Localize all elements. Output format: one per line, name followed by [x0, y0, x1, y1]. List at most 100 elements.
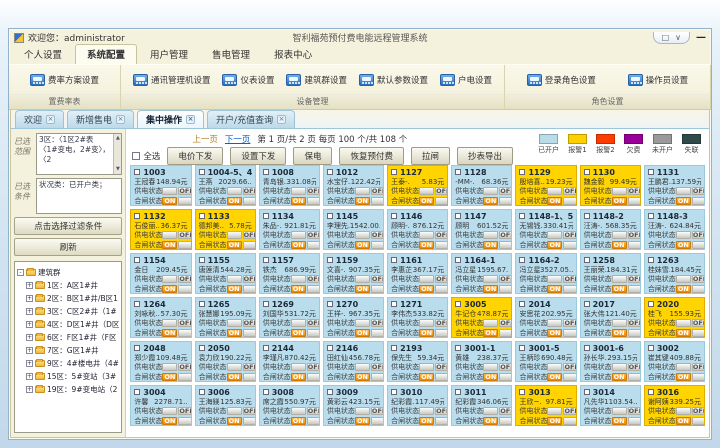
supply-toggle[interactable]: OFF	[676, 187, 705, 195]
tree-node[interactable]: +2区：B区1#井/B区1	[26, 293, 119, 304]
action-button-设置下发[interactable]: 设置下发	[230, 147, 286, 165]
close-toggle[interactable]: ON	[483, 197, 512, 205]
close-toggle[interactable]: ON	[676, 373, 705, 381]
supply-toggle[interactable]: OFF	[162, 319, 191, 327]
card-checkbox[interactable]	[134, 301, 140, 307]
card-checkbox[interactable]	[455, 169, 461, 175]
close-toggle[interactable]: ON	[355, 241, 384, 249]
tree-node[interactable]: +6区：F区1#井（F区	[26, 332, 119, 343]
card-checkbox[interactable]	[391, 169, 397, 175]
card-checkbox[interactable]	[455, 389, 461, 395]
card-checkbox[interactable]	[327, 301, 333, 307]
select-all[interactable]: 全选	[132, 150, 160, 162]
supply-toggle[interactable]: OFF	[419, 231, 448, 239]
card-checkbox[interactable]	[391, 257, 397, 263]
menu-item-系统配置[interactable]: 系统配置	[75, 44, 137, 64]
card-checkbox[interactable]	[391, 345, 397, 351]
card-checkbox[interactable]	[134, 213, 140, 219]
supply-toggle[interactable]: OFF	[355, 187, 384, 195]
card-checkbox[interactable]	[327, 257, 333, 263]
supply-toggle[interactable]: OFF	[227, 407, 256, 415]
choose-filter-button[interactable]: 点击选择过滤条件	[14, 217, 122, 235]
refresh-button[interactable]: 刷新	[14, 238, 122, 256]
close-toggle[interactable]: ON	[355, 417, 384, 425]
close-toggle[interactable]: ON	[676, 197, 705, 205]
supply-toggle[interactable]: OFF	[162, 187, 191, 195]
close-toggle[interactable]: ON	[162, 241, 191, 249]
close-toggle[interactable]: ON	[419, 285, 448, 293]
supply-toggle[interactable]: OFF	[227, 319, 256, 327]
close-toggle[interactable]: ON	[547, 373, 576, 381]
menu-item-报表中心[interactable]: 报表中心	[263, 45, 323, 64]
card-checkbox[interactable]	[455, 213, 461, 219]
expand-icon[interactable]: +	[26, 321, 33, 328]
supply-toggle[interactable]: OFF	[419, 187, 448, 195]
supply-toggle[interactable]: OFF	[355, 275, 384, 283]
close-toggle[interactable]: ON	[227, 417, 256, 425]
close-toggle[interactable]: ON	[227, 197, 256, 205]
supply-toggle[interactable]: OFF	[483, 319, 512, 327]
supply-toggle[interactable]: OFF	[676, 231, 705, 239]
close-toggle[interactable]: ON	[291, 285, 320, 293]
tree-node[interactable]: +19区：9#变电站（2	[26, 384, 119, 395]
close-toggle[interactable]: ON	[162, 285, 191, 293]
ribbon-item-费率方案设置[interactable]: 费率方案设置	[30, 74, 99, 86]
close-toggle[interactable]: ON	[612, 417, 641, 425]
supply-toggle[interactable]: OFF	[419, 407, 448, 415]
card-checkbox[interactable]	[134, 345, 140, 351]
card-checkbox[interactable]	[263, 389, 269, 395]
close-toggle[interactable]: ON	[419, 329, 448, 337]
expand-icon[interactable]: +	[26, 373, 33, 380]
close-toggle[interactable]: ON	[547, 329, 576, 337]
supply-toggle[interactable]: OFF	[291, 231, 320, 239]
close-toggle[interactable]: ON	[612, 373, 641, 381]
ribbon-item-户电设置[interactable]: 户电设置	[440, 74, 492, 86]
ribbon-item-登录角色设置[interactable]: 登录角色设置	[527, 74, 596, 86]
card-checkbox[interactable]	[134, 389, 140, 395]
close-toggle[interactable]: ON	[355, 285, 384, 293]
card-checkbox[interactable]	[263, 301, 269, 307]
supply-toggle[interactable]: OFF	[612, 231, 641, 239]
card-checkbox[interactable]	[648, 169, 654, 175]
close-toggle[interactable]: ON	[483, 285, 512, 293]
close-toggle[interactable]: ON	[227, 373, 256, 381]
supply-toggle[interactable]: OFF	[227, 363, 256, 371]
supply-toggle[interactable]: OFF	[483, 363, 512, 371]
supply-toggle[interactable]: OFF	[291, 319, 320, 327]
close-toggle[interactable]: ON	[355, 329, 384, 337]
ribbon-item-默认参数设置[interactable]: 默认参数设置	[359, 74, 428, 86]
tab-集中操作[interactable]: 集中操作×	[137, 110, 204, 128]
chevron-down-icon[interactable]: ∨	[675, 33, 681, 42]
card-checkbox[interactable]	[263, 257, 269, 263]
expand-icon[interactable]: +	[26, 295, 33, 302]
close-toggle[interactable]: ON	[291, 241, 320, 249]
close-toggle[interactable]: ON	[483, 417, 512, 425]
select-all-checkbox[interactable]	[132, 152, 140, 160]
close-toggle[interactable]: ON	[547, 197, 576, 205]
card-checkbox[interactable]	[648, 301, 654, 307]
supply-toggle[interactable]: OFF	[355, 231, 384, 239]
action-button-恢复预付费[interactable]: 恢复预付费	[339, 147, 404, 165]
card-checkbox[interactable]	[263, 169, 269, 175]
supply-toggle[interactable]: OFF	[162, 407, 191, 415]
supply-toggle[interactable]: OFF	[483, 275, 512, 283]
expand-icon[interactable]: +	[26, 334, 33, 341]
supply-toggle[interactable]: OFF	[676, 275, 705, 283]
close-toggle[interactable]: ON	[419, 241, 448, 249]
supply-toggle[interactable]: OFF	[162, 363, 191, 371]
expand-icon[interactable]: +	[26, 360, 33, 367]
supply-toggle[interactable]: OFF	[547, 231, 576, 239]
tab-close-icon[interactable]: ×	[277, 115, 286, 124]
card-checkbox[interactable]	[455, 301, 461, 307]
card-checkbox[interactable]	[263, 213, 269, 219]
close-toggle[interactable]: ON	[676, 241, 705, 249]
close-toggle[interactable]: ON	[547, 241, 576, 249]
card-checkbox[interactable]	[648, 257, 654, 263]
card-checkbox[interactable]	[199, 345, 205, 351]
card-checkbox[interactable]	[519, 301, 525, 307]
close-toggle[interactable]: ON	[291, 417, 320, 425]
close-toggle[interactable]: ON	[291, 197, 320, 205]
card-checkbox[interactable]	[391, 389, 397, 395]
supply-toggle[interactable]: OFF	[612, 363, 641, 371]
card-checkbox[interactable]	[134, 257, 140, 263]
